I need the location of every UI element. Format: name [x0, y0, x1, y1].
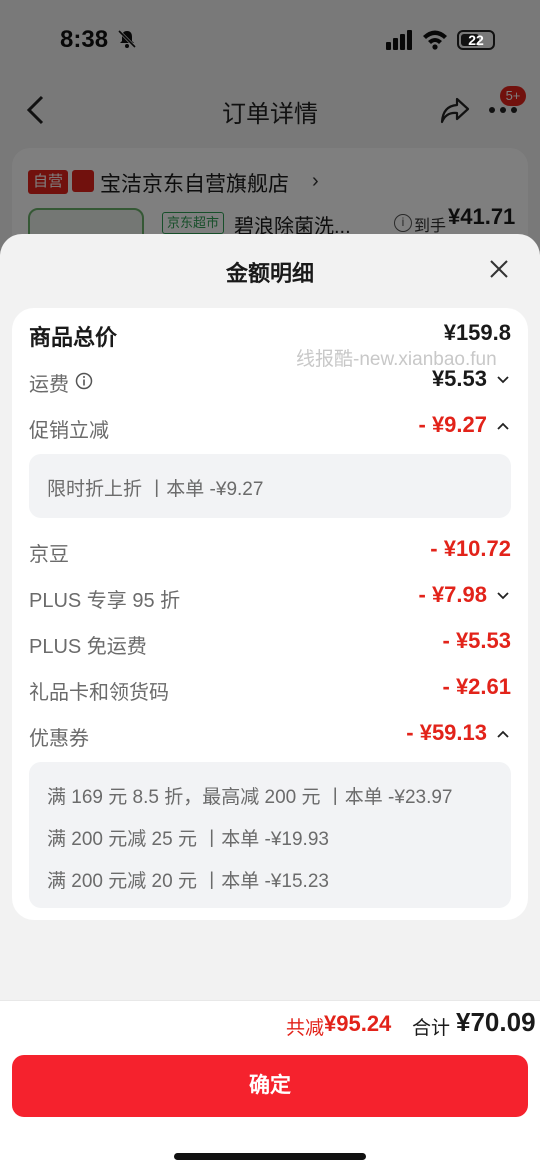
amount-detail-card: 商品总价 ¥159.8 运费 ¥5.53 促销立减 - ¥9.27 限时折上折 …	[12, 308, 528, 920]
chevron-up-icon[interactable]	[495, 418, 511, 434]
close-icon[interactable]	[488, 258, 510, 280]
plus-free-shipping-label: PLUS 免运费	[29, 636, 147, 658]
coupon-value: - ¥59.13	[406, 720, 487, 745]
goods-total-label: 商品总价	[29, 325, 118, 350]
promo-value: - ¥9.27	[418, 412, 488, 437]
total-discount-value: ¥95.24	[324, 1011, 392, 1036]
bottom-bar: 共减 ¥95.24 合计 ¥70.09 确定	[0, 1000, 540, 1170]
chevron-down-icon[interactable]	[495, 372, 511, 388]
watermark: 线报酷-new.xianbao.fun	[296, 349, 497, 370]
coupon-detail-box: 满 169 元 8.5 折，最高减 200 元 丨本单 -¥23.97 满 20…	[29, 762, 511, 908]
jingdou-label: 京豆	[29, 544, 69, 566]
total-discount-label: 共减	[286, 1018, 325, 1039]
plus-discount-value: - ¥7.98	[418, 582, 488, 607]
home-indicator[interactable]	[174, 1153, 366, 1160]
confirm-button[interactable]: 确定	[12, 1055, 528, 1117]
coupon-detail-line: 满 169 元 8.5 折，最高减 200 元 丨本单 -¥23.97	[47, 787, 453, 808]
giftcard-row: 礼品卡和领货码 - ¥2.61	[29, 672, 511, 706]
plus-free-shipping-row: PLUS 免运费 - ¥5.53	[29, 626, 511, 660]
shipping-label: 运费	[29, 374, 69, 396]
coupon-detail-line: 满 200 元减 25 元 丨本单 -¥19.93	[47, 829, 329, 850]
promo-label: 促销立减	[29, 420, 109, 442]
info-icon[interactable]	[75, 372, 93, 390]
plus-discount-row[interactable]: PLUS 专享 95 折 - ¥7.98	[29, 580, 511, 614]
plus-free-shipping-value: - ¥5.53	[442, 628, 512, 653]
giftcard-value: - ¥2.61	[442, 674, 512, 699]
jingdou-value: - ¥10.72	[430, 536, 511, 561]
jingdou-row: 京豆 - ¥10.72	[29, 534, 511, 568]
battery-level: 22	[468, 32, 484, 48]
sheet-title: 金额明细	[225, 261, 314, 286]
goods-total-value: ¥159.8	[443, 320, 511, 345]
sheet-header: 金额明细	[0, 234, 540, 306]
coupon-row[interactable]: 优惠券 - ¥59.13	[29, 718, 511, 752]
giftcard-label: 礼品卡和领货码	[29, 682, 169, 704]
coupon-label: 优惠券	[29, 728, 89, 750]
chevron-down-icon[interactable]	[495, 588, 511, 604]
coupon-detail-line: 满 200 元减 20 元 丨本单 -¥15.23	[47, 871, 329, 892]
chevron-up-icon[interactable]	[495, 726, 511, 742]
promo-row[interactable]: 促销立减 - ¥9.27	[29, 410, 511, 444]
plus-discount-label: PLUS 专享 95 折	[29, 590, 181, 612]
total-value: ¥70.09	[456, 1007, 536, 1037]
promo-detail-line: 限时折上折 丨本单 -¥9.27	[47, 479, 264, 500]
total-label: 合计	[412, 1018, 451, 1039]
promo-detail-box: 限时折上折 丨本单 -¥9.27	[29, 454, 511, 518]
